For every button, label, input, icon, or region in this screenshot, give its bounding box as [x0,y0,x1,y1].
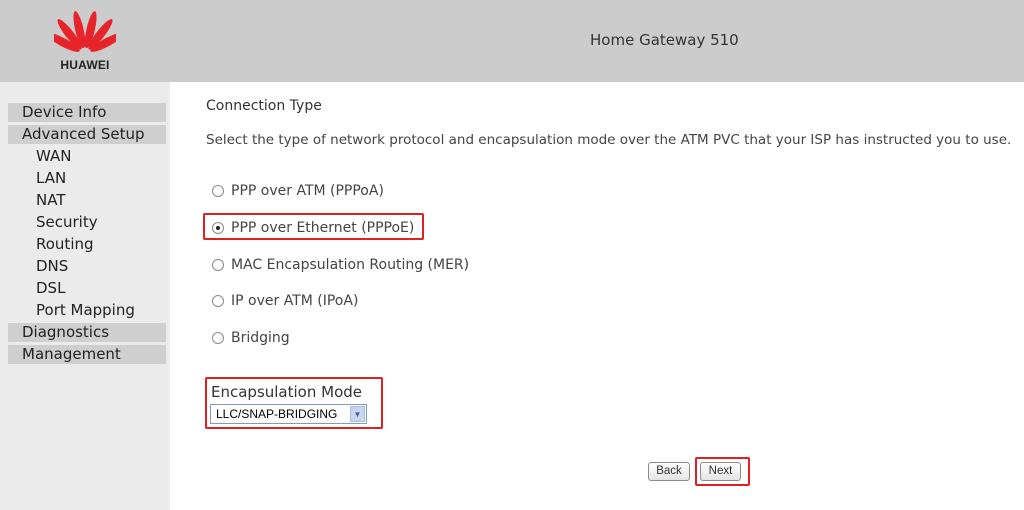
select-value: LLC/SNAP-BRIDGING [216,407,338,421]
sidebar-item-lan[interactable]: LAN [36,168,66,188]
sidebar-item-security[interactable]: Security [36,212,98,232]
back-button[interactable]: Back [648,462,690,481]
main-content: Connection Type Select the type of netwo… [170,82,1024,510]
huawei-petal-logo-icon [54,11,116,52]
sidebar-item-management[interactable]: Management [8,345,166,364]
sidebar-item-wan[interactable]: WAN [36,146,72,166]
sidebar-item-nat[interactable]: NAT [36,190,65,210]
option-mer[interactable]: MAC Encapsulation Routing (MER) [212,254,469,276]
option-label: PPP over ATM (PPPoA) [231,183,384,199]
brand-name: HUAWEI [60,58,110,72]
option-bridging[interactable]: Bridging [212,327,290,349]
sidebar-item-diagnostics[interactable]: Diagnostics [8,323,166,342]
radio-button[interactable] [212,332,224,344]
next-button[interactable]: Next [700,462,741,481]
radio-button[interactable] [212,185,224,197]
header-bar: HUAWEI Home Gateway 510 [0,0,1024,82]
sidebar-item-dsl[interactable]: DSL [36,278,65,298]
option-label: MAC Encapsulation Routing (MER) [231,257,470,273]
page-description: Select the type of network protocol and … [206,132,1012,148]
option-label: Bridging [231,330,290,346]
option-label: PPP over Ethernet (PPPoE) [231,220,415,236]
option-pppoa[interactable]: PPP over ATM (PPPoA) [212,180,384,202]
sidebar-item-device-info[interactable]: Device Info [8,103,166,122]
option-pppoe[interactable]: PPP over Ethernet (PPPoE) [212,217,414,239]
brand-logo: HUAWEI [50,6,120,74]
radio-button-selected[interactable] [212,222,224,234]
gateway-title: Home Gateway 510 [590,31,739,49]
sidebar-item-advanced-setup[interactable]: Advanced Setup [8,125,166,144]
radio-button[interactable] [212,295,224,307]
sidebar-item-port-mapping[interactable]: Port Mapping [36,300,135,320]
sidebar-item-routing[interactable]: Routing [36,234,94,254]
option-label: IP over ATM (IPoA) [231,293,359,309]
encapsulation-mode-label: Encapsulation Mode [211,383,362,401]
option-ipoa[interactable]: IP over ATM (IPoA) [212,290,358,312]
encapsulation-mode-select[interactable]: LLC/SNAP-BRIDGING ▼ [210,404,367,424]
sidebar-item-dns[interactable]: DNS [36,256,68,276]
radio-button[interactable] [212,259,224,271]
page-title: Connection Type [206,98,322,114]
chevron-down-icon[interactable]: ▼ [350,406,365,422]
sidebar-nav: Device Info Advanced Setup WAN LAN NAT S… [0,82,170,510]
